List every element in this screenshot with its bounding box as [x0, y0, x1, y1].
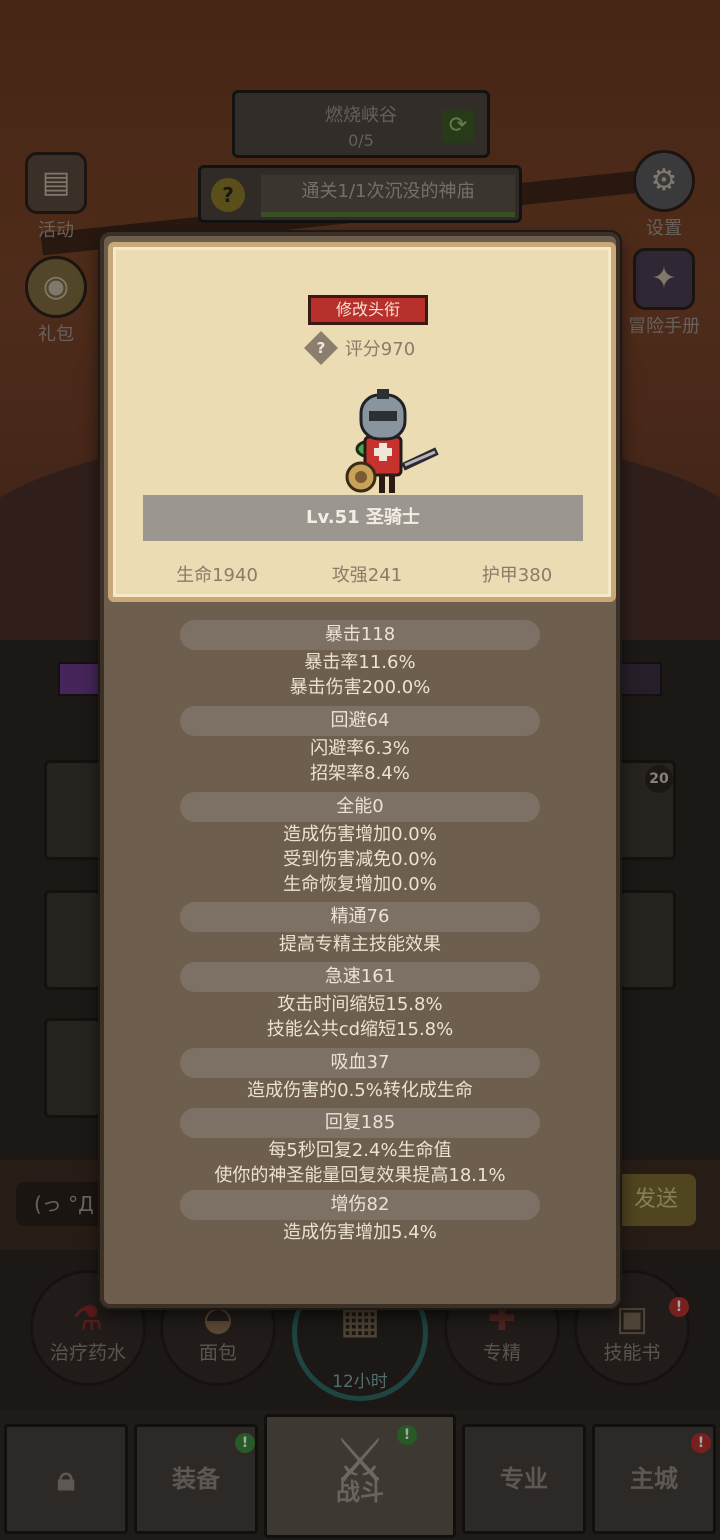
character-stats-popup: 修改头衔 ? 评分970 Lv.51 圣骑士 生命1940 攻强241 护甲380: [100, 232, 620, 1308]
health-stat: 生命1940: [176, 565, 258, 586]
help-icon-text: ?: [316, 339, 326, 357]
stat-detail: 受到伤害减免0.0%: [283, 849, 437, 870]
stat-detail: 暴击率11.6%: [304, 652, 416, 673]
stat-detail: 造成伤害增加5.4%: [283, 1222, 437, 1243]
stat-header-versatility: 全能0: [180, 792, 540, 822]
score-value: 评分970: [344, 339, 416, 360]
stat-detail: 造成伤害的0.5%转化成生命: [247, 1080, 473, 1101]
stat-header-haste: 急速161: [180, 962, 540, 992]
stat-detail: 造成伤害增加0.0%: [283, 824, 437, 845]
stat-header-damage-bonus: 增伤82: [180, 1190, 540, 1220]
stat-header-mastery: 精通76: [180, 902, 540, 932]
base-stats: 生命1940 攻强241 护甲380: [113, 561, 611, 587]
stat-header-regen: 回复185: [180, 1108, 540, 1138]
character-card: 修改头衔 ? 评分970 Lv.51 圣骑士 生命1940 攻强241 护甲380: [108, 242, 616, 602]
change-title-button[interactable]: 修改头衔: [308, 295, 428, 325]
stat-detail: 闪避率6.3%: [310, 738, 410, 759]
score-row: ? 评分970: [113, 331, 611, 365]
attack-power-stat: 攻强241: [331, 565, 403, 586]
paladin-avatar: [345, 389, 439, 493]
stat-detail: 攻击时间缩短15.8%: [277, 994, 443, 1015]
stat-header-avoidance: 回避64: [180, 706, 540, 736]
level-class-banner: Lv.51 圣骑士: [143, 495, 583, 541]
stat-header-leech: 吸血37: [180, 1048, 540, 1078]
help-icon[interactable]: ?: [303, 331, 338, 365]
stat-detail: 招架率8.4%: [310, 763, 410, 784]
stat-header-crit: 暴击118: [180, 620, 540, 650]
stat-detail: 暴击伤害200.0%: [289, 677, 431, 698]
stat-detail: 每5秒回复2.4%生命值: [268, 1140, 452, 1161]
stat-detail: 使你的神圣能量回复效果提高18.1%: [214, 1165, 506, 1186]
stat-detail: 提高专精主技能效果: [279, 934, 441, 955]
stat-detail: 生命恢复增加0.0%: [283, 874, 437, 895]
armor-stat: 护甲380: [481, 565, 553, 586]
stat-detail: 技能公共cd缩短15.8%: [266, 1019, 454, 1040]
